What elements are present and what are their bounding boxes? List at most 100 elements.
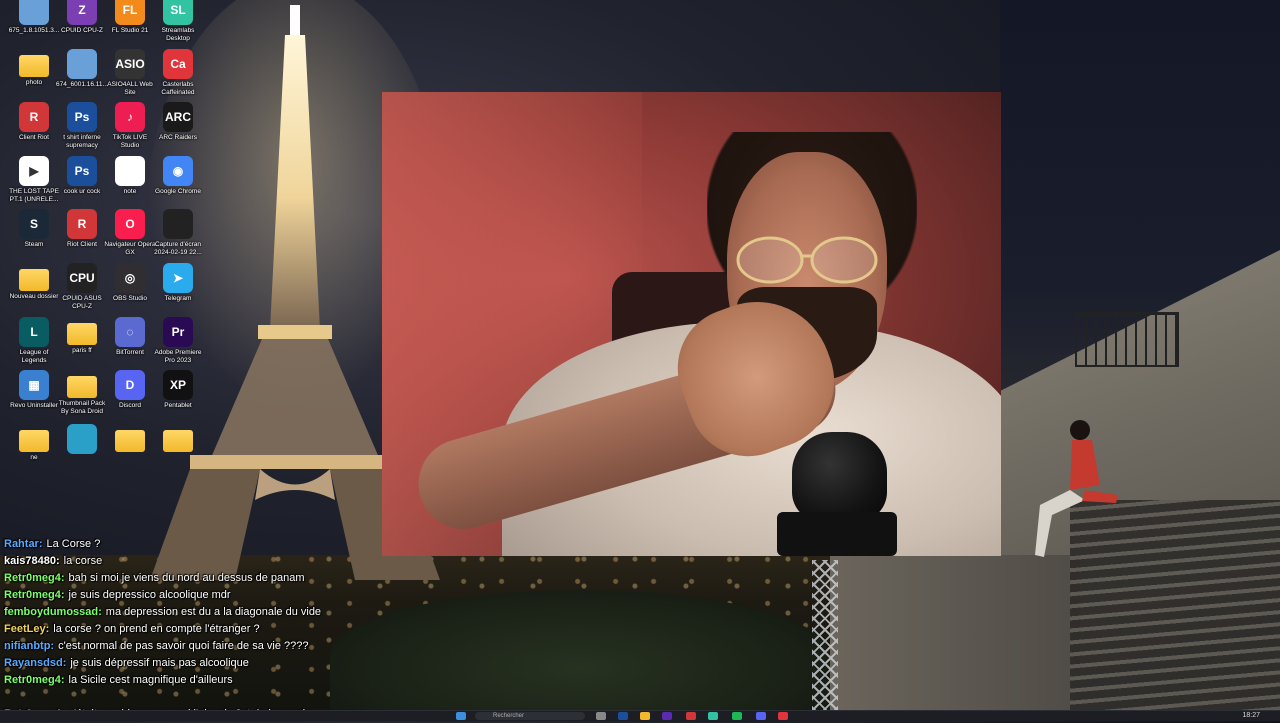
- desktop-icon[interactable]: CPU CPUID ASUS CPU-Z: [56, 263, 108, 311]
- desktop-icon-label: Navigateur Opera GX: [104, 241, 156, 257]
- taskbar-premiere-icon[interactable]: [662, 712, 672, 720]
- desktop-icon-label: note: [123, 187, 137, 195]
- desktop-icon-label: CPUID CPU-Z: [61, 27, 103, 34]
- desktop-icon-label: photo: [25, 78, 43, 86]
- chat-username: FeetLey:: [4, 623, 50, 635]
- app-icon: D: [115, 370, 145, 401]
- app-icon: [163, 209, 193, 240]
- desktop-icon[interactable]: ◎ OBS Studio: [104, 263, 156, 303]
- desktop-icon-label: Capture d'écran 2024-02-19 22...: [154, 241, 202, 257]
- desktop-icon-label: THE LOST TAPE PT.1 (UNRELE...: [9, 187, 59, 203]
- app-icon: ARC: [163, 102, 193, 133]
- desktop-icon[interactable]: SL Streamlabs Desktop: [152, 0, 204, 43]
- desktop-icon-label: Adobe Premiere Pro 2023: [154, 348, 202, 364]
- taskbar-streamlabs-icon[interactable]: [708, 712, 718, 720]
- app-icon: Ps: [67, 102, 97, 133]
- folder-icon: [163, 429, 193, 452]
- chat-text: je suis depressico alcoolique mdr: [68, 589, 231, 601]
- desktop-icon[interactable]: ne: [8, 424, 60, 462]
- desktop-icon[interactable]: Ca Casterlabs Caffeinated: [152, 48, 204, 97]
- app-icon: Ca: [163, 48, 193, 79]
- desktop-icon[interactable]: note: [104, 155, 156, 196]
- desktop-icon[interactable]: ◌ BitTorrent: [104, 316, 156, 357]
- desktop-icon[interactable]: ▦ Revo Uninstaller: [8, 370, 60, 410]
- desktop-icon[interactable]: [56, 423, 108, 456]
- desktop-icon[interactable]: ♪ TikTok LIVE Studio: [104, 102, 156, 150]
- taskbar-task-view-icon[interactable]: [596, 712, 606, 720]
- desktop-icon[interactable]: O Navigateur Opera GX: [104, 209, 156, 257]
- taskbar-start-button-icon[interactable]: [456, 712, 466, 720]
- desktop-icon[interactable]: paris ff: [56, 317, 108, 355]
- folder-icon: [19, 269, 49, 291]
- taskbar-discord-icon[interactable]: [756, 712, 766, 720]
- chat-message: [4, 689, 424, 706]
- desktop-icon-label: CPUID ASUS CPU-Z: [62, 295, 102, 310]
- desktop-icon[interactable]: FL FL Studio 21: [104, 0, 156, 35]
- taskbar-spotify-icon[interactable]: [732, 712, 742, 720]
- desktop-icon[interactable]: ◉ Google Chrome: [152, 155, 204, 196]
- desktop-icon-label: ARC Raiders: [159, 134, 197, 142]
- app-icon: ♪: [115, 102, 145, 133]
- desktop-icon[interactable]: S Steam: [8, 209, 60, 249]
- folder-icon: [19, 54, 49, 77]
- desktop-icon[interactable]: 674_6001.16.11...: [56, 48, 108, 89]
- desktop-icon[interactable]: ➤ Telegram: [152, 263, 204, 303]
- desktop-icon-label: BitTorrent: [116, 348, 144, 356]
- chat-text: la Sicile cest magnifique d'ailleurs: [68, 674, 233, 686]
- desktop-icon[interactable]: Thumbnail Pack By Sona Droid: [56, 370, 108, 416]
- app-icon: FL: [115, 0, 145, 25]
- webcam-streamer-glasses: [736, 236, 878, 284]
- chat-message: Retr0meg4: bah si moi je viens du nord au…: [4, 570, 424, 587]
- desktop-icon-label: Nouveau dossier: [9, 293, 59, 300]
- desktop-icon[interactable]: Ps t shirt inferne supremacy: [56, 102, 108, 150]
- desktop-icon[interactable]: ASIO ASIO4ALL Web Site: [104, 48, 156, 97]
- desktop-icon[interactable]: ▶ THE LOST TAPE PT.1 (UNRELE...: [8, 155, 60, 204]
- desktop-icon[interactable]: ARC ARC Raiders: [152, 102, 204, 142]
- desktop-icon-label: t shirt inferne supremacy: [63, 134, 101, 150]
- app-icon: Pr: [163, 316, 193, 347]
- taskbar-photoshop-icon[interactable]: [618, 712, 628, 720]
- desktop-icon[interactable]: R Client Riot: [8, 102, 60, 142]
- app-icon: R: [19, 102, 49, 133]
- desktop-icon[interactable]: [104, 424, 156, 454]
- app-icon: ◎: [115, 263, 145, 293]
- chat-message: Retr0meg4: la Sicile cest magnifique d'ai…: [4, 672, 424, 689]
- desktop-icon-label: Telegram: [164, 295, 192, 302]
- chat-username: Retr0meg4:: [4, 572, 65, 584]
- desktop-icon[interactable]: [152, 424, 204, 454]
- desktop-icon-label: 674_6001.16.11...: [56, 80, 108, 88]
- app-icon: Ps: [67, 155, 97, 186]
- desktop-icon[interactable]: Nouveau dossier: [8, 263, 60, 301]
- taskbar-casterlabs-icon[interactable]: [778, 712, 788, 720]
- taskbar-riot-icon[interactable]: [686, 712, 696, 720]
- desktop-icon-label: Google Chrome: [155, 187, 201, 195]
- chat-username: kais78480:: [4, 555, 60, 567]
- desktop-icon[interactable]: Ps cook ur cock: [56, 155, 108, 196]
- taskbar-search-input[interactable]: Rechercher: [475, 712, 585, 720]
- app-icon: [67, 48, 97, 79]
- app-icon: ▦: [19, 370, 49, 401]
- folder-icon: [115, 429, 145, 452]
- desktop-icon[interactable]: XP Pentablet: [152, 370, 204, 410]
- desktop-icon[interactable]: L League of Legends: [8, 316, 60, 365]
- desktop-icon[interactable]: Pr Adobe Premiere Pro 2023: [152, 316, 204, 365]
- desktop-icon[interactable]: photo: [8, 49, 60, 87]
- desktop-icon-label: Riot Client: [67, 241, 97, 249]
- desktop-icon-label: Steam: [24, 241, 44, 249]
- desktop-icon[interactable]: Z CPUID CPU-Z: [56, 0, 108, 35]
- desktop-icon-label: League of Legends: [19, 348, 49, 364]
- desktop-icon-label: ASIO4ALL Web Site: [107, 80, 153, 96]
- folder-icon: [67, 322, 97, 345]
- taskbar-file-explorer-icon[interactable]: [640, 712, 650, 720]
- app-icon: L: [19, 316, 49, 347]
- desktop-icon[interactable]: 675_1.8.1051.3...: [8, 0, 60, 35]
- app-icon: ASIO: [115, 48, 145, 79]
- desktop-icon-label: TikTok LIVE Studio: [112, 134, 148, 150]
- chat-message: Rahtar: La Corse ?: [4, 536, 424, 553]
- desktop-icon[interactable]: R Riot Client: [56, 209, 108, 249]
- chat-text: je suis dépressif mais pas alcoolique: [70, 657, 249, 669]
- desktop-icon[interactable]: D Discord: [104, 370, 156, 410]
- desktop-icon-label: Client Riot: [19, 134, 49, 142]
- microphone-icon: [792, 432, 887, 522]
- desktop-icon[interactable]: Capture d'écran 2024-02-19 22...: [152, 209, 204, 257]
